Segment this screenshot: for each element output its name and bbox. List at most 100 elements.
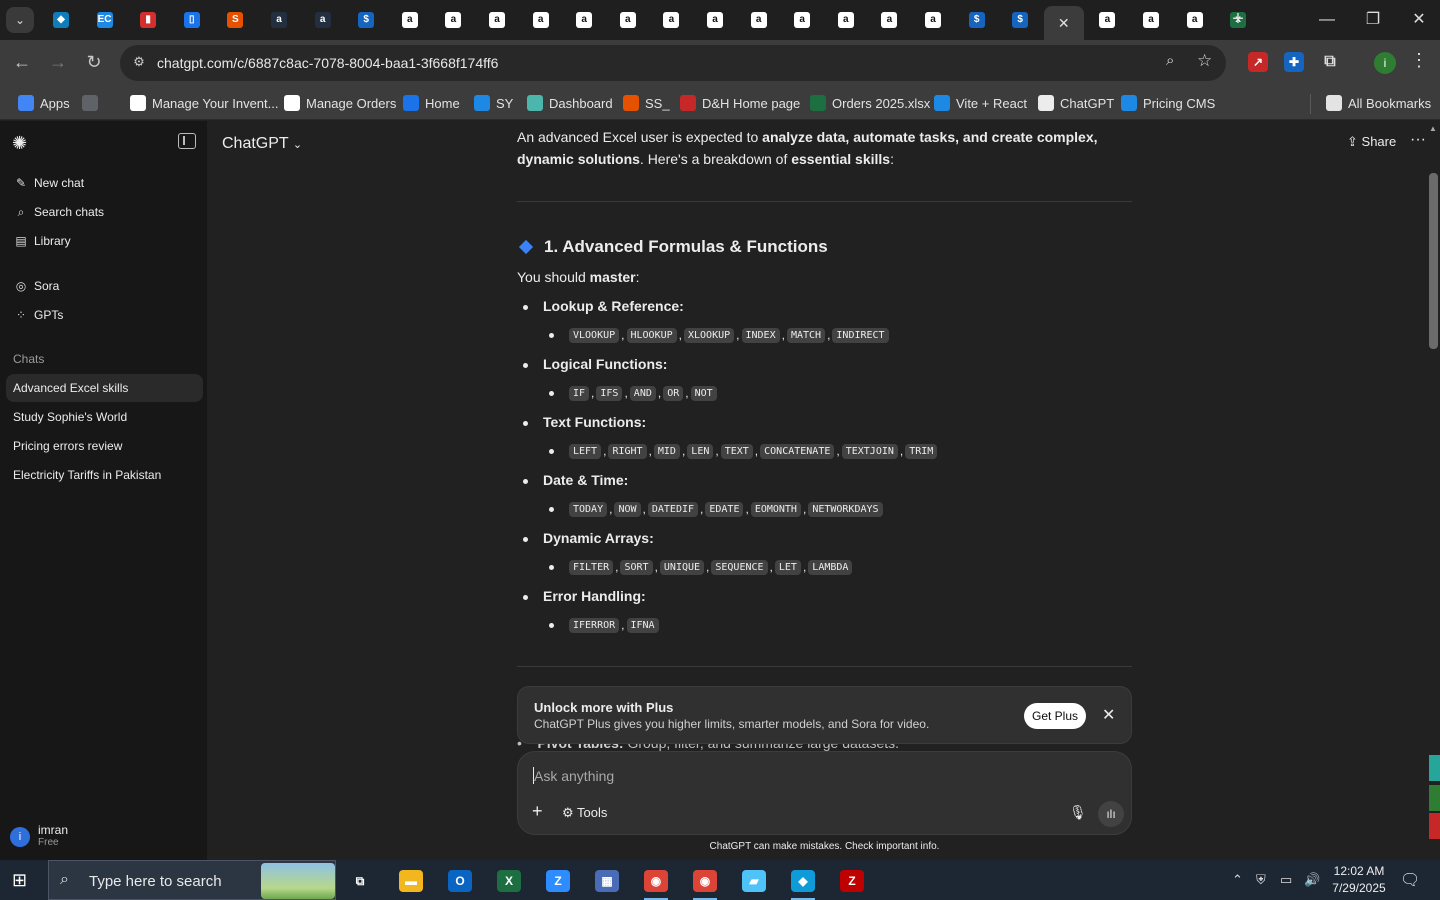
zoom-icon[interactable]: ⌕ xyxy=(1166,52,1174,69)
browser-tab[interactable]: a xyxy=(477,6,517,34)
bookmark-item[interactable]: D&H Home page xyxy=(680,93,800,113)
get-plus-button[interactable]: Get Plus xyxy=(1024,703,1086,729)
chat-composer[interactable]: Ask anything + ⚙ Tools 🎙 ılı xyxy=(517,751,1132,835)
user-account[interactable]: i imran Free xyxy=(10,824,68,849)
browser-tab[interactable]: a xyxy=(390,6,430,34)
restore-button[interactable]: ❐ xyxy=(1350,6,1396,34)
tools-button[interactable]: ⚙ Tools xyxy=(562,805,607,821)
sidebar-item-new-chat[interactable]: ✎ New chat xyxy=(6,169,202,197)
bookmark-item[interactable]: Orders 2025.xlsx xyxy=(810,93,930,113)
browser-tab[interactable]: a xyxy=(521,6,561,34)
site-info-icon[interactable]: ⚙ xyxy=(130,54,148,72)
sidebar-item-search-chats[interactable]: ⌕ Search chats xyxy=(6,198,202,226)
volume-icon[interactable]: 🔊 xyxy=(1304,872,1320,888)
close-window-button[interactable]: ✕ xyxy=(1396,6,1440,34)
browser-tab[interactable]: a xyxy=(869,6,909,34)
browser-tab[interactable]: $ xyxy=(346,6,386,34)
browser-tab[interactable]: ▯ xyxy=(172,6,212,34)
sidebar-item-gpts[interactable]: ⁘ GPTs xyxy=(6,301,202,329)
composer-placeholder[interactable]: Ask anything xyxy=(534,768,614,784)
bookmark-item[interactable]: All Bookmarks xyxy=(1326,93,1431,113)
side-panel-tab-teal[interactable] xyxy=(1429,755,1440,781)
side-panel-tab-red[interactable] xyxy=(1429,813,1440,839)
reload-button[interactable]: ↻ xyxy=(80,48,108,76)
forward-button[interactable]: → xyxy=(44,48,72,76)
browser-tab[interactable]: EC xyxy=(85,6,125,34)
notifications-icon[interactable]: 🗨 xyxy=(1400,870,1420,890)
taskbar-app[interactable]: Z xyxy=(830,864,874,898)
browser-tab[interactable]: a xyxy=(1175,6,1215,34)
chat-history-item[interactable]: Study Sophie's World xyxy=(6,403,203,431)
network-icon[interactable]: ▭ xyxy=(1280,872,1292,888)
taskbar-search-box[interactable]: ⌕ Type here to search xyxy=(48,860,336,900)
model-selector[interactable]: ChatGPT ⌄ xyxy=(222,135,302,153)
browser-tab[interactable]: a xyxy=(651,6,691,34)
back-button[interactable]: ← xyxy=(8,48,36,76)
browser-tab[interactable]: a xyxy=(564,6,604,34)
bookmark-item[interactable]: Manage Orders xyxy=(284,93,396,113)
address-bar[interactable]: ⚙ chatgpt.com/c/6887c8ac-7078-8004-baa1-… xyxy=(120,45,1226,81)
browser-tab[interactable]: a xyxy=(259,6,299,34)
sidebar-item-sora[interactable]: ◎ Sora xyxy=(6,272,202,300)
bookmark-item[interactable]: ChatGPT xyxy=(1038,93,1114,113)
taskbar-app[interactable]: ⧉ xyxy=(338,864,382,898)
tab-search-button[interactable]: ⌄ xyxy=(6,7,34,33)
browser-tab[interactable]: ✕ xyxy=(1043,6,1084,40)
taskbar-app[interactable]: ◉ xyxy=(683,864,727,900)
windows-start-icon[interactable]: ⊞ xyxy=(12,870,34,890)
microphone-icon[interactable]: 🎙 xyxy=(1069,804,1087,821)
browser-tab[interactable]: ▮ xyxy=(128,6,168,34)
bookmark-item[interactable]: SS_ xyxy=(623,93,670,113)
side-panel-tab-green[interactable] xyxy=(1429,785,1440,811)
browser-tab[interactable]: a xyxy=(695,6,735,34)
browser-tab[interactable]: a xyxy=(826,6,866,34)
new-tab-button[interactable]: + xyxy=(1226,8,1250,32)
taskbar-app[interactable]: ▬ xyxy=(389,864,433,898)
browser-menu-icon[interactable]: ⋮ xyxy=(1410,50,1428,71)
security-icon[interactable]: ⛨ xyxy=(1256,872,1266,888)
more-options-icon[interactable]: ··· xyxy=(1410,131,1426,149)
extension-blue-icon[interactable]: ✚ xyxy=(1284,52,1304,72)
scroll-up-icon[interactable]: ▲ xyxy=(1429,124,1437,133)
extensions-puzzle-icon[interactable]: ⧉ xyxy=(1320,52,1340,72)
browser-tab[interactable]: a xyxy=(913,6,953,34)
browser-tab[interactable]: ◆ xyxy=(41,6,81,34)
system-clock[interactable]: 12:02 AM 7/29/2025 xyxy=(1328,863,1390,897)
add-attachment-icon[interactable]: + xyxy=(532,801,543,822)
minimize-button[interactable]: — xyxy=(1304,6,1350,34)
browser-tab[interactable]: $ xyxy=(1000,6,1040,34)
voice-mode-icon[interactable]: ılı xyxy=(1098,801,1124,827)
chat-history-item[interactable]: Electricity Tariffs in Pakistan xyxy=(6,461,203,489)
openai-logo-icon[interactable]: ✺ xyxy=(12,133,32,153)
extension-red-icon[interactable]: ↗ xyxy=(1248,52,1268,72)
taskbar-app[interactable]: O xyxy=(438,864,482,898)
scrollbar-thumb[interactable] xyxy=(1429,173,1438,349)
browser-tab[interactable]: a xyxy=(1131,6,1171,34)
bookmark-item[interactable] xyxy=(82,93,104,113)
sidebar-toggle-icon[interactable] xyxy=(178,133,196,149)
taskbar-app[interactable]: Z xyxy=(536,864,580,898)
taskbar-app[interactable]: ◆ xyxy=(781,864,825,900)
share-button[interactable]: ⇪ Share xyxy=(1347,134,1396,150)
bookmark-item[interactable]: Manage Your Invent... xyxy=(130,93,278,113)
show-hidden-icons-icon[interactable]: ⌃ xyxy=(1232,872,1243,888)
close-icon[interactable]: ✕ xyxy=(1102,705,1115,725)
browser-tab[interactable]: a xyxy=(739,6,779,34)
browser-tab[interactable]: a xyxy=(1087,6,1127,34)
taskbar-app[interactable]: ◉ xyxy=(634,864,678,900)
taskbar-app[interactable]: ▦ xyxy=(585,864,629,898)
bookmark-item[interactable]: Pricing CMS xyxy=(1121,93,1215,113)
browser-tab[interactable]: $ xyxy=(957,6,997,34)
url-text[interactable]: chatgpt.com/c/6887c8ac-7078-8004-baa1-3f… xyxy=(157,55,498,71)
bookmark-star-icon[interactable]: ☆ xyxy=(1197,51,1212,71)
chat-history-item[interactable]: Pricing errors review xyxy=(6,432,203,460)
chat-history-item[interactable]: Advanced Excel skills xyxy=(6,374,203,402)
browser-tab[interactable]: S xyxy=(215,6,255,34)
taskbar-app[interactable]: X xyxy=(487,864,531,898)
bookmark-item[interactable]: Vite + React xyxy=(934,93,1027,113)
sidebar-item-library[interactable]: ▤ Library xyxy=(6,227,202,255)
browser-tab[interactable]: a xyxy=(303,6,343,34)
browser-tab[interactable]: a xyxy=(608,6,648,34)
bookmark-item[interactable]: Dashboard xyxy=(527,93,613,113)
bookmark-item[interactable]: SY xyxy=(474,93,513,113)
